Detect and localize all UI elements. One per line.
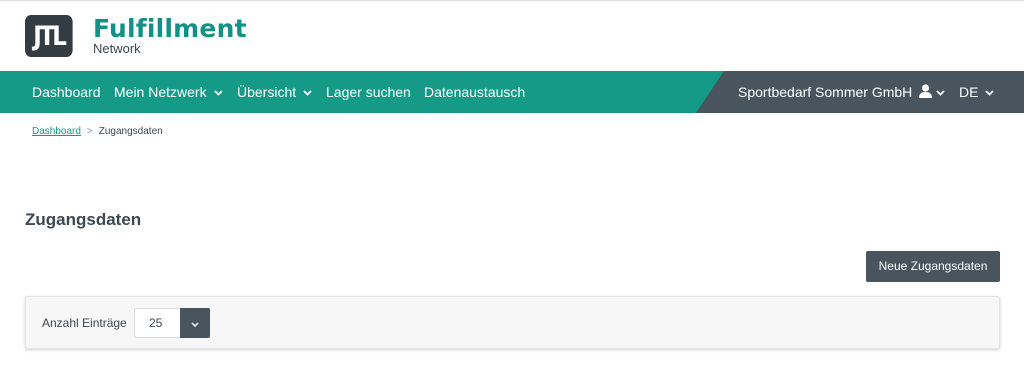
new-credentials-button[interactable]: Neue Zugangsdaten: [866, 251, 1000, 282]
chevron-down-icon: [213, 90, 223, 97]
entries-panel: Anzahl Einträge 25: [25, 296, 1000, 349]
chevron-down-icon: [985, 90, 995, 97]
jtl-logo[interactable]: JTL Fulfillment Network: [25, 15, 247, 57]
company-name[interactable]: Sportbedarf Sommer GmbH: [738, 71, 912, 113]
entries-select-toggle[interactable]: [180, 308, 210, 338]
breadcrumb-dashboard-link[interactable]: Dashboard: [32, 126, 81, 137]
logo-subtitle: Network: [93, 41, 141, 56]
top-divider: [0, 0, 1024, 1]
user-icon: [919, 72, 932, 114]
breadcrumb-current: Zugangsdaten: [98, 126, 163, 137]
user-menu[interactable]: [919, 71, 945, 113]
breadcrumb-separator: >: [86, 126, 93, 137]
nav-dashboard-label: Dashboard: [32, 84, 101, 100]
nav-mein-netzwerk-label: Mein Netzwerk: [114, 84, 207, 100]
nav-dashboard[interactable]: Dashboard: [32, 71, 101, 113]
nav-datenaustausch-label: Datenaustausch: [424, 84, 526, 100]
breadcrumb: Dashboard > Zugangsdaten: [32, 126, 163, 137]
chevron-down-icon: [191, 314, 199, 332]
nav-lager-suchen[interactable]: Lager suchen: [326, 71, 411, 113]
chevron-down-icon: [936, 90, 945, 97]
language-label: DE: [959, 84, 979, 100]
entries-label: Anzahl Einträge: [42, 316, 127, 330]
page-title: Zugangsdaten: [25, 210, 142, 229]
nav-datenaustausch[interactable]: Datenaustausch: [424, 71, 525, 113]
nav-lager-suchen-label: Lager suchen: [326, 84, 411, 100]
logo-title: Fulfillment: [93, 14, 247, 43]
logo-wordmark: Fulfillment Network: [93, 14, 247, 56]
logo-mark: JTL: [25, 15, 73, 57]
nav-mein-netzwerk[interactable]: Mein Netzwerk: [114, 71, 223, 113]
nav-uebersicht-label: Übersicht: [237, 84, 297, 100]
nav-uebersicht[interactable]: Übersicht: [237, 71, 312, 113]
main-navbar: Dashboard Mein Netzwerk Übersicht Lager …: [0, 71, 1024, 113]
entries-select-value: 25: [149, 316, 163, 330]
entries-select[interactable]: 25: [134, 308, 210, 338]
chevron-down-icon: [303, 90, 312, 97]
language-menu[interactable]: DE: [959, 71, 995, 113]
